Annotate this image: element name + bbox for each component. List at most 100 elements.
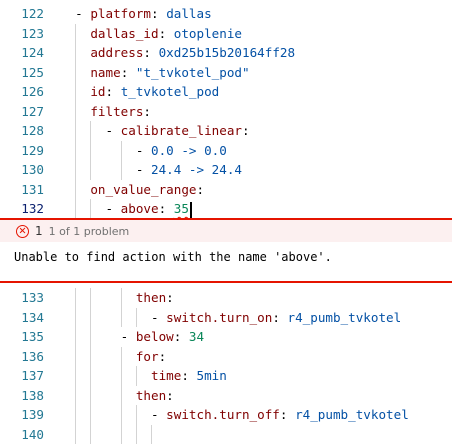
code-token: 34 (189, 329, 204, 344)
code-line[interactable]: 129 - 0.0 -> 0.0 (0, 141, 452, 161)
code-line[interactable]: 139 - switch.turn_off: r4_pumb_tvkotel (0, 405, 452, 425)
line-number: 139 (0, 405, 44, 425)
code-token: platform (90, 6, 151, 21)
code-token: : (159, 26, 174, 41)
code-line[interactable]: 138 then: (0, 386, 452, 406)
line-number: 125 (0, 63, 44, 83)
code-editor-top[interactable]: 122 - platform: dallas123 dallas_id: oto… (0, 4, 452, 219)
line-number: 137 (0, 366, 44, 386)
error-icon (16, 225, 29, 238)
code-token: - (60, 201, 121, 216)
code-token (60, 388, 136, 403)
indent-guide (75, 425, 76, 444)
code-token (60, 349, 136, 364)
line-number: 132 (0, 199, 44, 219)
code-text: - below: 34 (60, 327, 204, 347)
code-token: : (242, 123, 250, 138)
code-token: filters (90, 104, 143, 119)
line-number: 130 (0, 160, 44, 180)
code-token: address (90, 45, 143, 60)
indent-guide (90, 425, 91, 444)
code-text: - 24.4 -> 24.4 (60, 160, 242, 180)
code-token: time (151, 368, 181, 383)
code-line[interactable]: 136 for: (0, 347, 452, 367)
code-text: - switch.turn_on: r4_pumb_tvkotel (60, 308, 401, 328)
code-line[interactable]: 132 - above: 35 (0, 199, 452, 219)
code-token: dallas_id (90, 26, 158, 41)
line-number: 140 (0, 425, 44, 444)
code-token (60, 182, 90, 197)
line-number: 138 (0, 386, 44, 406)
indent-guide (121, 425, 122, 444)
line-number: 123 (0, 24, 44, 44)
code-token (60, 290, 136, 305)
code-token: r4_pumb_tvkotel (287, 310, 401, 325)
code-token: : (159, 201, 174, 216)
code-text: - platform: dallas (60, 4, 212, 24)
code-token (60, 84, 90, 99)
code-token: - (60, 407, 166, 422)
error-token: 35 (174, 201, 189, 216)
code-token: switch.turn_on (166, 310, 272, 325)
code-token: : (159, 349, 167, 364)
code-text: on_value_range: (60, 180, 204, 200)
code-token: : (272, 310, 287, 325)
code-line[interactable]: 140 (0, 425, 452, 444)
code-token: 5min (197, 368, 227, 383)
code-text: then: (60, 386, 174, 406)
code-token: : (197, 182, 205, 197)
code-line[interactable]: 125 name: "t_tvkotel_pod" (0, 63, 452, 83)
line-number: 122 (0, 4, 44, 24)
code-token: 0xd25b15b20164ff28 (159, 45, 295, 60)
code-line[interactable]: 137 time: 5min (0, 366, 452, 386)
code-token: on_value_range (90, 182, 196, 197)
code-line[interactable]: 123 dallas_id: otoplenie (0, 24, 452, 44)
problem-peek-title: 1 of 1 problem (49, 225, 130, 238)
code-token: : (181, 368, 196, 383)
code-line[interactable]: 135 - below: 34 (0, 327, 452, 347)
code-line[interactable]: 122 - platform: dallas (0, 4, 452, 24)
code-text: then: (60, 288, 174, 308)
text-cursor (190, 202, 192, 218)
code-text: dallas_id: otoplenie (60, 24, 242, 44)
line-number: 131 (0, 180, 44, 200)
code-line[interactable]: 126 id: t_tvkotel_pod (0, 82, 452, 102)
problem-peek-header[interactable]: 1 1 of 1 problem (0, 218, 452, 242)
code-token: switch.turn_off (166, 407, 280, 422)
code-token (60, 65, 90, 80)
code-text: - calibrate_linear: (60, 121, 250, 141)
code-token (60, 26, 90, 41)
code-line[interactable]: 128 - calibrate_linear: (0, 121, 452, 141)
code-token: : (166, 388, 174, 403)
code-line[interactable]: 134 - switch.turn_on: r4_pumb_tvkotel (0, 308, 452, 328)
line-number: 129 (0, 141, 44, 161)
code-token (60, 45, 90, 60)
code-token: name (90, 65, 120, 80)
line-number: 134 (0, 308, 44, 328)
code-token: - (60, 123, 121, 138)
code-line[interactable]: 131 on_value_range: (0, 180, 452, 200)
line-number: 124 (0, 43, 44, 63)
code-line[interactable]: 124 address: 0xd25b15b20164ff28 (0, 43, 452, 63)
code-token: - (60, 329, 136, 344)
code-token: - (60, 310, 166, 325)
code-token: 0.0 -> 0.0 (151, 143, 227, 158)
code-editor-bottom[interactable]: 133 then:134 - switch.turn_on: r4_pumb_t… (0, 288, 452, 444)
line-number: 136 (0, 347, 44, 367)
code-text: for: (60, 347, 166, 367)
code-token (60, 368, 151, 383)
code-token: : (143, 104, 151, 119)
line-number: 127 (0, 102, 44, 122)
code-token (60, 104, 90, 119)
code-line[interactable]: 130 - 24.4 -> 24.4 (0, 160, 452, 180)
line-number: 128 (0, 121, 44, 141)
code-text: id: t_tvkotel_pod (60, 82, 219, 102)
code-text: time: 5min (60, 366, 227, 386)
code-line[interactable]: 127 filters: (0, 102, 452, 122)
code-token: : (174, 329, 189, 344)
code-token: : (151, 6, 166, 21)
code-line[interactable]: 133 then: (0, 288, 452, 308)
problem-peek-widget: 1 1 of 1 problem Unable to find action w… (0, 218, 452, 285)
code-text: filters: (60, 102, 151, 122)
code-text: address: 0xd25b15b20164ff28 (60, 43, 295, 63)
